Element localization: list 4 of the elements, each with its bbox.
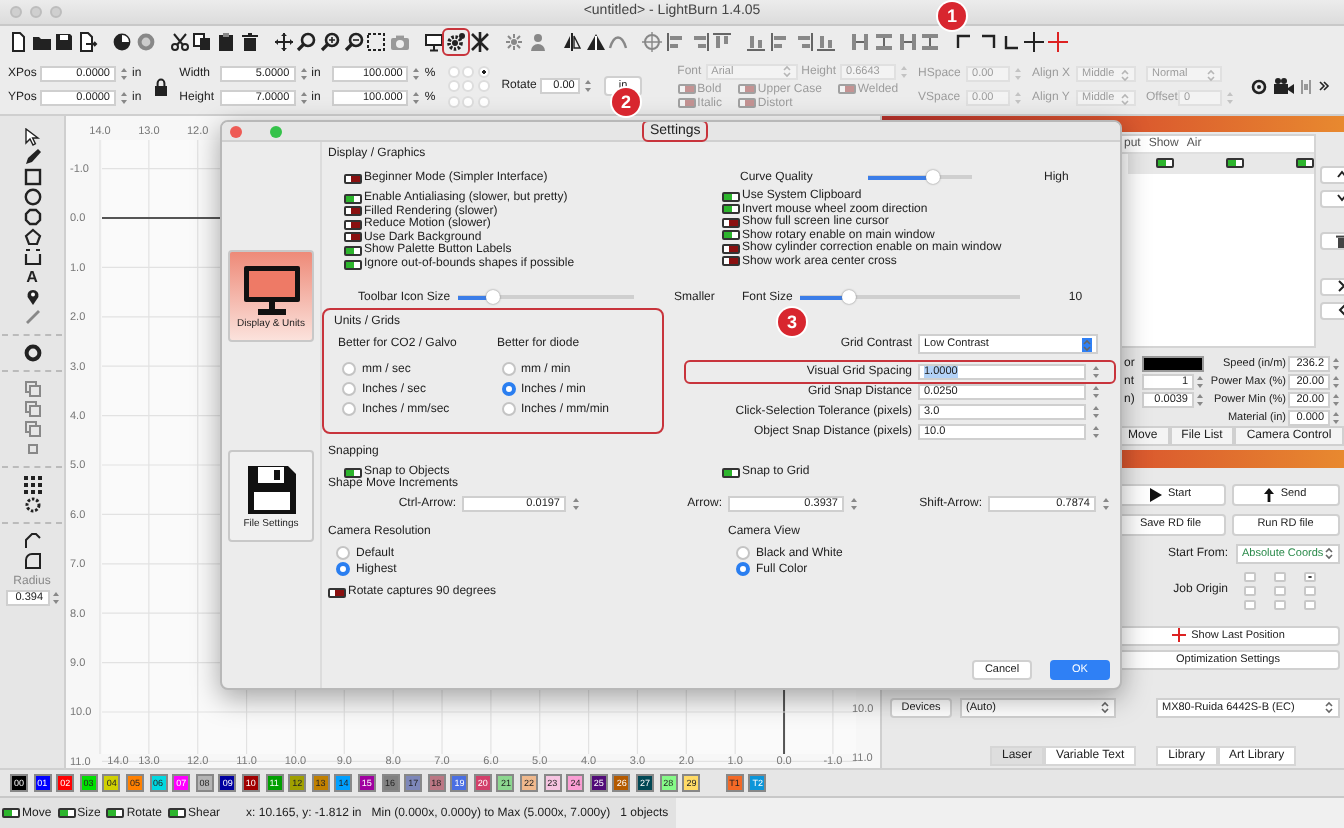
step-badge: 2	[612, 88, 640, 116]
step-badge: 3	[778, 308, 806, 336]
text-tool[interactable]: A	[26, 267, 38, 286]
step-badge: 1	[938, 2, 966, 30]
